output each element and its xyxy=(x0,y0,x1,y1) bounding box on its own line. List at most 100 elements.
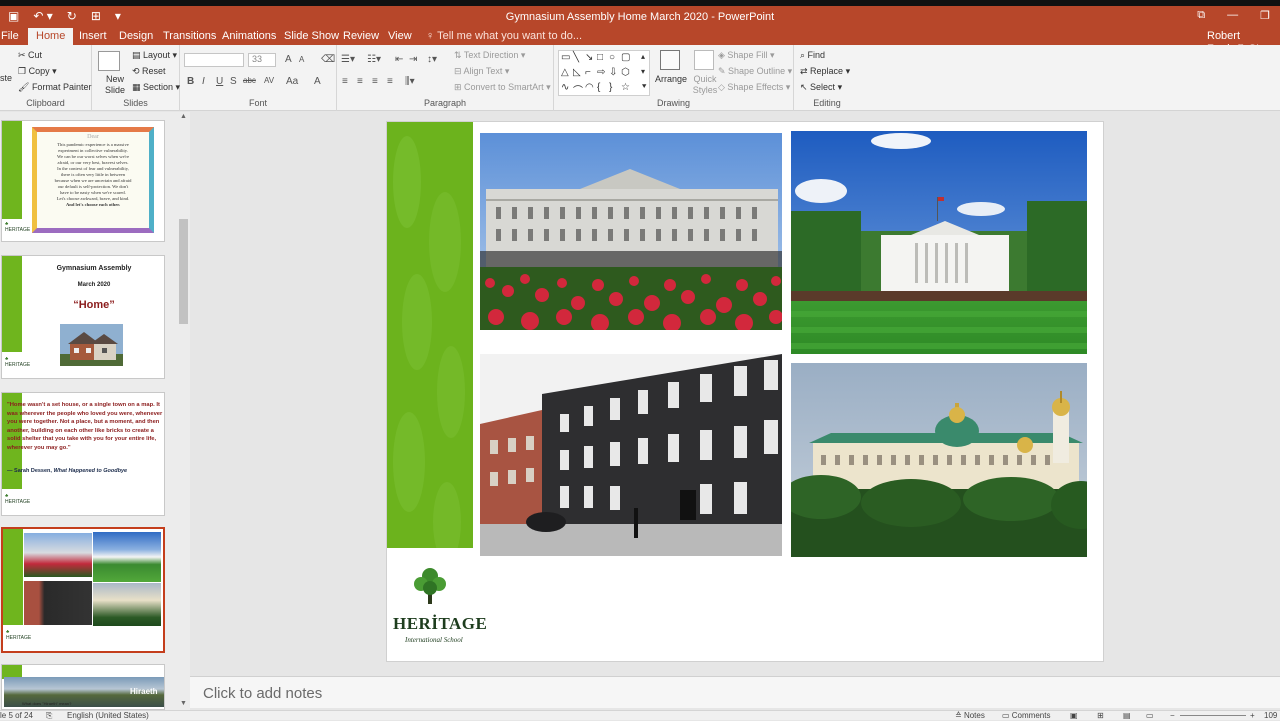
shrink-font-button[interactable]: A xyxy=(299,55,304,64)
text-direction-button[interactable]: ⇅ Text Direction ▾ xyxy=(454,50,525,61)
zoom-out-icon[interactable]: − xyxy=(1170,711,1175,720)
decrease-indent-icon[interactable]: ⇤ xyxy=(395,54,403,65)
columns-icon[interactable]: ⫼▾ xyxy=(405,76,415,87)
curve-shape-icon[interactable]: ∿ xyxy=(561,82,569,93)
triangle-shape-icon[interactable]: △ xyxy=(561,67,569,78)
font-color-button[interactable]: A xyxy=(314,76,321,87)
star-shape-icon[interactable]: ☆ xyxy=(621,82,630,93)
notes-toggle[interactable]: ≙ Notes xyxy=(955,711,985,720)
slide-thumbnail-3[interactable]: "Home wasn't a set house, or a single to… xyxy=(1,392,165,516)
align-right-icon[interactable]: ≡ xyxy=(372,76,378,87)
kremlin-palace-image[interactable] xyxy=(791,363,1087,557)
gallery-more-icon[interactable]: ⯆ xyxy=(641,82,647,92)
zoom-level[interactable]: 109 xyxy=(1264,711,1277,720)
comments-toggle[interactable]: ▭ Comments xyxy=(1002,711,1050,720)
thumbnail-scrollbar[interactable]: ▲ ▼ xyxy=(178,112,189,710)
section-button[interactable]: ▦ Section ▾ xyxy=(132,82,180,93)
tell-me-search[interactable]: ♀ Tell me what you want to do... xyxy=(426,30,582,42)
shadow-button[interactable]: S xyxy=(230,76,237,87)
tab-transitions[interactable]: Transitions xyxy=(163,30,216,42)
slide-thumbnail-4-selected[interactable]: ♣ HERITAGE xyxy=(1,527,165,653)
slideshow-view-icon[interactable]: ▭ xyxy=(1146,711,1154,720)
italic-button[interactable]: I xyxy=(202,76,205,87)
bold-button[interactable]: B xyxy=(187,76,194,87)
tab-design[interactable]: Design xyxy=(119,30,153,42)
tab-view[interactable]: View xyxy=(388,30,412,42)
notes-pane[interactable]: Click to add notes xyxy=(190,676,1280,708)
line-spacing-icon[interactable]: ↕▾ xyxy=(427,54,437,65)
justify-icon[interactable]: ≡ xyxy=(387,76,393,87)
increase-indent-icon[interactable]: ⇥ xyxy=(409,54,417,65)
bullets-icon[interactable]: ☰▾ xyxy=(341,54,355,65)
tab-animations[interactable]: Animations xyxy=(222,30,276,42)
cube-shape-icon[interactable]: ⬡ xyxy=(621,67,630,78)
oval-shape-icon[interactable]: ○ xyxy=(609,52,615,63)
minimize-icon[interactable]: — xyxy=(1227,9,1238,22)
reading-view-icon[interactable]: ▤ xyxy=(1123,711,1131,720)
new-slide-icon[interactable] xyxy=(98,51,120,71)
scroll-up-icon[interactable]: ▲ xyxy=(180,113,187,120)
line-shape-icon[interactable]: ╲ xyxy=(573,52,579,63)
quick-styles-icon[interactable] xyxy=(694,50,714,70)
grow-font-button[interactable]: A xyxy=(285,54,292,65)
tab-review[interactable]: Review xyxy=(343,30,379,42)
normal-view-icon[interactable]: ▣ xyxy=(1070,711,1078,720)
white-house-image[interactable] xyxy=(791,131,1087,354)
buckingham-palace-image[interactable] xyxy=(480,133,782,330)
shape-effects-button[interactable]: ◇ Shape Effects ▾ xyxy=(718,82,790,93)
underline-button[interactable]: U xyxy=(216,76,223,87)
slide-thumbnail-1[interactable]: Dear This pandemic experience is a massi… xyxy=(1,120,165,242)
current-slide[interactable]: HERİTAGE International School xyxy=(386,121,1104,662)
arc-shape-icon[interactable]: ◠ xyxy=(585,82,594,93)
zoom-in-icon[interactable]: + xyxy=(1250,711,1255,720)
quick-styles-button[interactable]: Quick Styles xyxy=(690,74,720,96)
restore-icon[interactable]: ❐ xyxy=(1260,9,1270,22)
format-painter-button[interactable]: 🖌 Format Painter xyxy=(18,82,91,93)
elbow-connector-icon[interactable]: ⌐ xyxy=(585,67,591,78)
curved-connector-icon[interactable]: ⌒ xyxy=(573,82,583,97)
reset-button[interactable]: ⟲ Reset xyxy=(132,66,166,77)
select-button[interactable]: ↖ Select ▾ xyxy=(800,82,842,93)
replace-button[interactable]: ⇄ Replace ▾ xyxy=(800,66,850,77)
slide-thumbnail-2[interactable]: Gymnasium Assembly March 2020 “Home” ♣ HE… xyxy=(1,255,165,379)
tab-slide-show[interactable]: Slide Show xyxy=(284,30,339,42)
clear-formatting-icon[interactable]: ⌫ xyxy=(321,54,335,65)
right-arrow-shape-icon[interactable]: ⇨ xyxy=(597,67,605,78)
cut-button[interactable]: ✂ Cut xyxy=(18,50,42,61)
align-center-icon[interactable]: ≡ xyxy=(357,76,363,87)
align-left-icon[interactable]: ≡ xyxy=(342,76,348,87)
arrange-button[interactable]: Arrange xyxy=(655,74,687,84)
ribbon-display-options-icon[interactable]: ⧉ xyxy=(1197,9,1205,22)
downing-street-image[interactable] xyxy=(480,354,782,556)
scrollbar-thumb[interactable] xyxy=(179,219,188,324)
brace-left-icon[interactable]: { xyxy=(597,82,600,93)
notes-placeholder[interactable]: Click to add notes xyxy=(203,685,322,702)
gallery-up-icon[interactable]: ▴ xyxy=(641,52,645,61)
slide-sorter-icon[interactable]: ⊞ xyxy=(1097,711,1104,720)
slide-thumbnail-5[interactable]: Hiraeth What does "Hiraeth" mean? xyxy=(1,664,165,710)
shape-fill-button[interactable]: ◈ Shape Fill ▾ xyxy=(718,50,774,61)
zoom-slider[interactable] xyxy=(1180,715,1246,716)
arrow-line-shape-icon[interactable]: ↘ xyxy=(585,52,593,63)
new-slide-button[interactable]: New Slide xyxy=(100,74,130,96)
tab-home[interactable]: Home xyxy=(28,28,74,45)
slide-counter[interactable]: le 5 of 24 xyxy=(0,711,33,720)
language-indicator[interactable]: English (United States) xyxy=(67,711,149,720)
paste-button[interactable]: ste xyxy=(0,73,12,83)
layout-button[interactable]: ▤ Layout ▾ xyxy=(132,50,177,61)
find-button[interactable]: ⌕ Find xyxy=(800,50,825,61)
tab-file[interactable]: File xyxy=(1,30,19,42)
rt-triangle-shape-icon[interactable]: ◺ xyxy=(573,67,581,78)
character-spacing-button[interactable]: AV xyxy=(264,76,274,85)
align-text-button[interactable]: ⊟ Align Text ▾ xyxy=(454,66,509,77)
tab-insert[interactable]: Insert xyxy=(79,30,107,42)
rounded-rect-shape-icon[interactable]: ▢ xyxy=(621,52,630,63)
font-name-box[interactable] xyxy=(184,53,244,67)
strikethrough-button[interactable]: abc xyxy=(243,76,256,85)
numbering-icon[interactable]: ☷▾ xyxy=(367,54,381,65)
font-size-box[interactable]: 33 xyxy=(248,53,276,67)
brace-right-icon[interactable]: } xyxy=(609,82,612,93)
shapes-gallery[interactable]: ▭ ╲ ↘ □ ○ ▢ △ ◺ ⌐ ⇨ ⇩ ⬡ ∿ ⌒ ◠ { } ☆ ▴ ▾ … xyxy=(558,50,650,97)
scroll-down-icon[interactable]: ▼ xyxy=(180,700,187,707)
convert-smartart-button[interactable]: ⊞ Convert to SmartArt ▾ xyxy=(454,82,551,93)
